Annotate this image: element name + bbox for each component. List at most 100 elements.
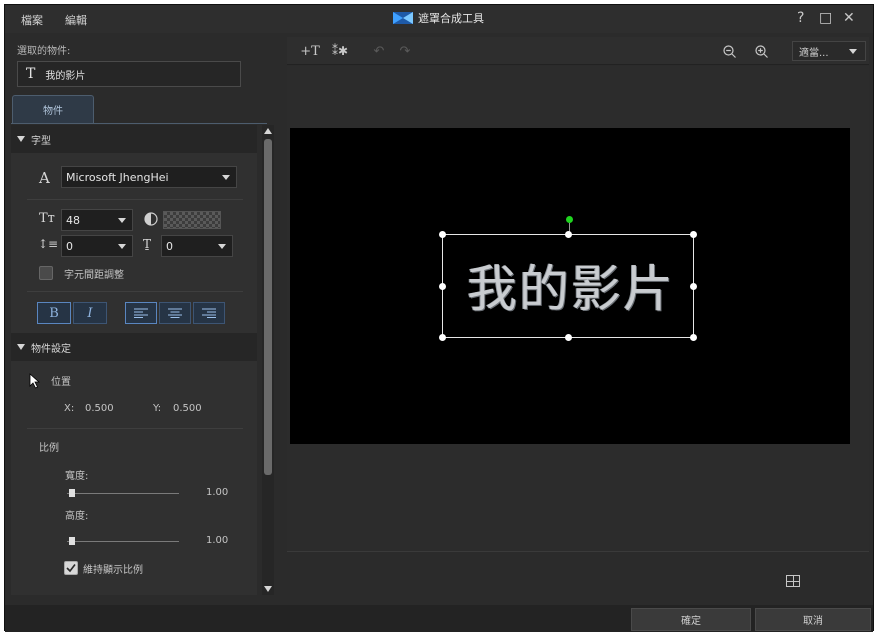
line-spacing-value: 0	[66, 239, 73, 253]
height-label: 高度:	[65, 511, 89, 522]
zoom-in-icon	[754, 44, 768, 58]
keep-ratio-label: 維持顯示比例	[83, 565, 143, 576]
add-text-button[interactable]: +T	[299, 41, 321, 61]
font-section-title: 字型	[31, 135, 51, 147]
position-y-label: Y:	[153, 403, 162, 414]
width-slider-thumb[interactable]	[69, 489, 75, 497]
position-label: 位置	[51, 377, 71, 388]
resize-handle-l[interactable]	[439, 283, 446, 290]
object-settings-title: 物件設定	[31, 343, 71, 355]
height-value: 1.00	[206, 535, 229, 546]
opacity-icon[interactable]	[144, 212, 158, 226]
text-object-icon: T	[26, 66, 36, 82]
height-slider-thumb[interactable]	[69, 537, 75, 545]
font-family-dropdown[interactable]: Microsoft JhengHei	[61, 166, 237, 188]
align-left-button[interactable]	[125, 302, 157, 324]
resize-handle-b[interactable]	[565, 334, 572, 341]
height-slider-track[interactable]	[67, 541, 179, 542]
kerning-checkbox[interactable]	[39, 266, 53, 280]
line-spacing-dropdown[interactable]: 0	[61, 235, 133, 257]
char-spacing-dropdown[interactable]: 0	[161, 235, 233, 257]
selected-object-box[interactable]: T 我的影片	[17, 61, 241, 87]
chevron-down-icon	[216, 167, 236, 187]
chevron-down-icon	[849, 49, 857, 54]
font-size-value: 48	[66, 213, 80, 227]
zoom-value: 適當...	[799, 47, 829, 59]
chevron-down-icon	[112, 236, 132, 256]
selected-object-label: 選取的物件:	[17, 46, 71, 57]
width-label: 寬度:	[65, 471, 89, 482]
font-size-icon: Tт	[39, 211, 55, 226]
align-right-button[interactable]	[193, 302, 225, 324]
scale-label: 比例	[39, 443, 59, 454]
zoom-in-button[interactable]	[751, 41, 771, 61]
redo-button[interactable]: ↷	[395, 41, 415, 61]
chevron-down-icon	[212, 236, 232, 256]
scroll-down-icon[interactable]	[264, 586, 272, 592]
ok-button[interactable]: 確定	[631, 608, 751, 631]
app-title: 遮罩合成工具	[393, 10, 484, 26]
position-x-value[interactable]: 0.500	[85, 403, 114, 414]
char-spacing-value: 0	[166, 239, 173, 253]
char-spacing-icon: Ṯ	[143, 237, 152, 251]
app-logo-icon	[393, 12, 413, 24]
align-center-icon	[168, 308, 182, 318]
menu-edit[interactable]: 編輯	[65, 12, 87, 28]
properties-scrollbar[interactable]	[262, 125, 274, 595]
help-button[interactable]: ?	[797, 10, 804, 26]
italic-button[interactable]: I	[73, 302, 107, 324]
align-right-icon	[202, 308, 216, 318]
object-settings-header[interactable]: 物件設定	[11, 333, 257, 361]
left-panel: 選取的物件: T 我的影片 物件 字型 A Microsoft JhengHei…	[11, 37, 279, 597]
undo-button[interactable]: ↶	[369, 41, 389, 61]
resize-handle-r[interactable]	[690, 283, 697, 290]
resize-handle-br[interactable]	[690, 334, 697, 341]
zoom-out-button[interactable]	[719, 41, 739, 61]
add-particle-button[interactable]: ⁑✱	[329, 41, 351, 61]
rotation-handle[interactable]	[566, 216, 573, 223]
tab-divider	[11, 123, 267, 124]
keep-ratio-checkbox[interactable]	[64, 561, 78, 575]
bold-button[interactable]: B	[37, 302, 71, 324]
collapse-triangle-icon	[17, 136, 25, 142]
canvas-bottom-strip	[287, 551, 869, 601]
preview-canvas[interactable]: 我的影片	[290, 128, 850, 444]
zoom-dropdown[interactable]: 適當...	[792, 41, 866, 61]
text-color-swatch[interactable]	[163, 211, 221, 229]
divider	[27, 199, 243, 200]
resize-handle-t[interactable]	[565, 231, 572, 238]
font-icon: A	[39, 169, 50, 187]
grid-lines-icon[interactable]	[786, 575, 800, 587]
resize-handle-bl[interactable]	[439, 334, 446, 341]
mask-designer-window: 檔案 編輯 遮罩合成工具 ? □ ✕ 選取的物件: T 我的影片 物件 字型 A…	[4, 4, 874, 632]
font-section-header[interactable]: 字型	[11, 125, 257, 153]
align-left-icon	[134, 308, 148, 318]
mouse-cursor-icon	[29, 373, 41, 389]
properties-scroll-area: 字型 A Microsoft JhengHei Tт 48 ↕≡ 0 Ṯ 0 字…	[11, 125, 257, 595]
zoom-out-icon	[722, 44, 736, 58]
selection-box[interactable]: 我的影片	[439, 231, 697, 341]
cancel-button[interactable]: 取消	[755, 608, 871, 631]
menu-file[interactable]: 檔案	[21, 12, 43, 28]
resize-handle-tl[interactable]	[439, 231, 446, 238]
resize-handle-tr[interactable]	[690, 231, 697, 238]
title-bar: 檔案 編輯 遮罩合成工具 ? □ ✕	[5, 5, 873, 33]
maximize-button[interactable]: □	[819, 10, 832, 26]
align-center-button[interactable]	[159, 302, 191, 324]
checkmark-icon	[66, 564, 76, 573]
tab-object[interactable]: 物件	[12, 95, 94, 123]
width-value: 1.00	[206, 487, 229, 498]
scrollbar-thumb[interactable]	[264, 139, 272, 475]
selected-object-name: 我的影片	[45, 70, 86, 82]
font-size-dropdown[interactable]: 48	[61, 209, 133, 231]
preview-title-text[interactable]: 我的影片	[451, 249, 691, 321]
position-x-label: X:	[64, 403, 75, 414]
scroll-up-icon[interactable]	[264, 128, 272, 134]
chevron-down-icon	[112, 210, 132, 230]
app-title-text: 遮罩合成工具	[418, 12, 484, 25]
position-y-value[interactable]: 0.500	[173, 403, 202, 414]
font-family-value: Microsoft JhengHei	[66, 170, 169, 184]
close-button[interactable]: ✕	[843, 10, 855, 26]
kerning-label: 字元間距調整	[64, 270, 124, 281]
width-slider-track[interactable]	[67, 493, 179, 494]
